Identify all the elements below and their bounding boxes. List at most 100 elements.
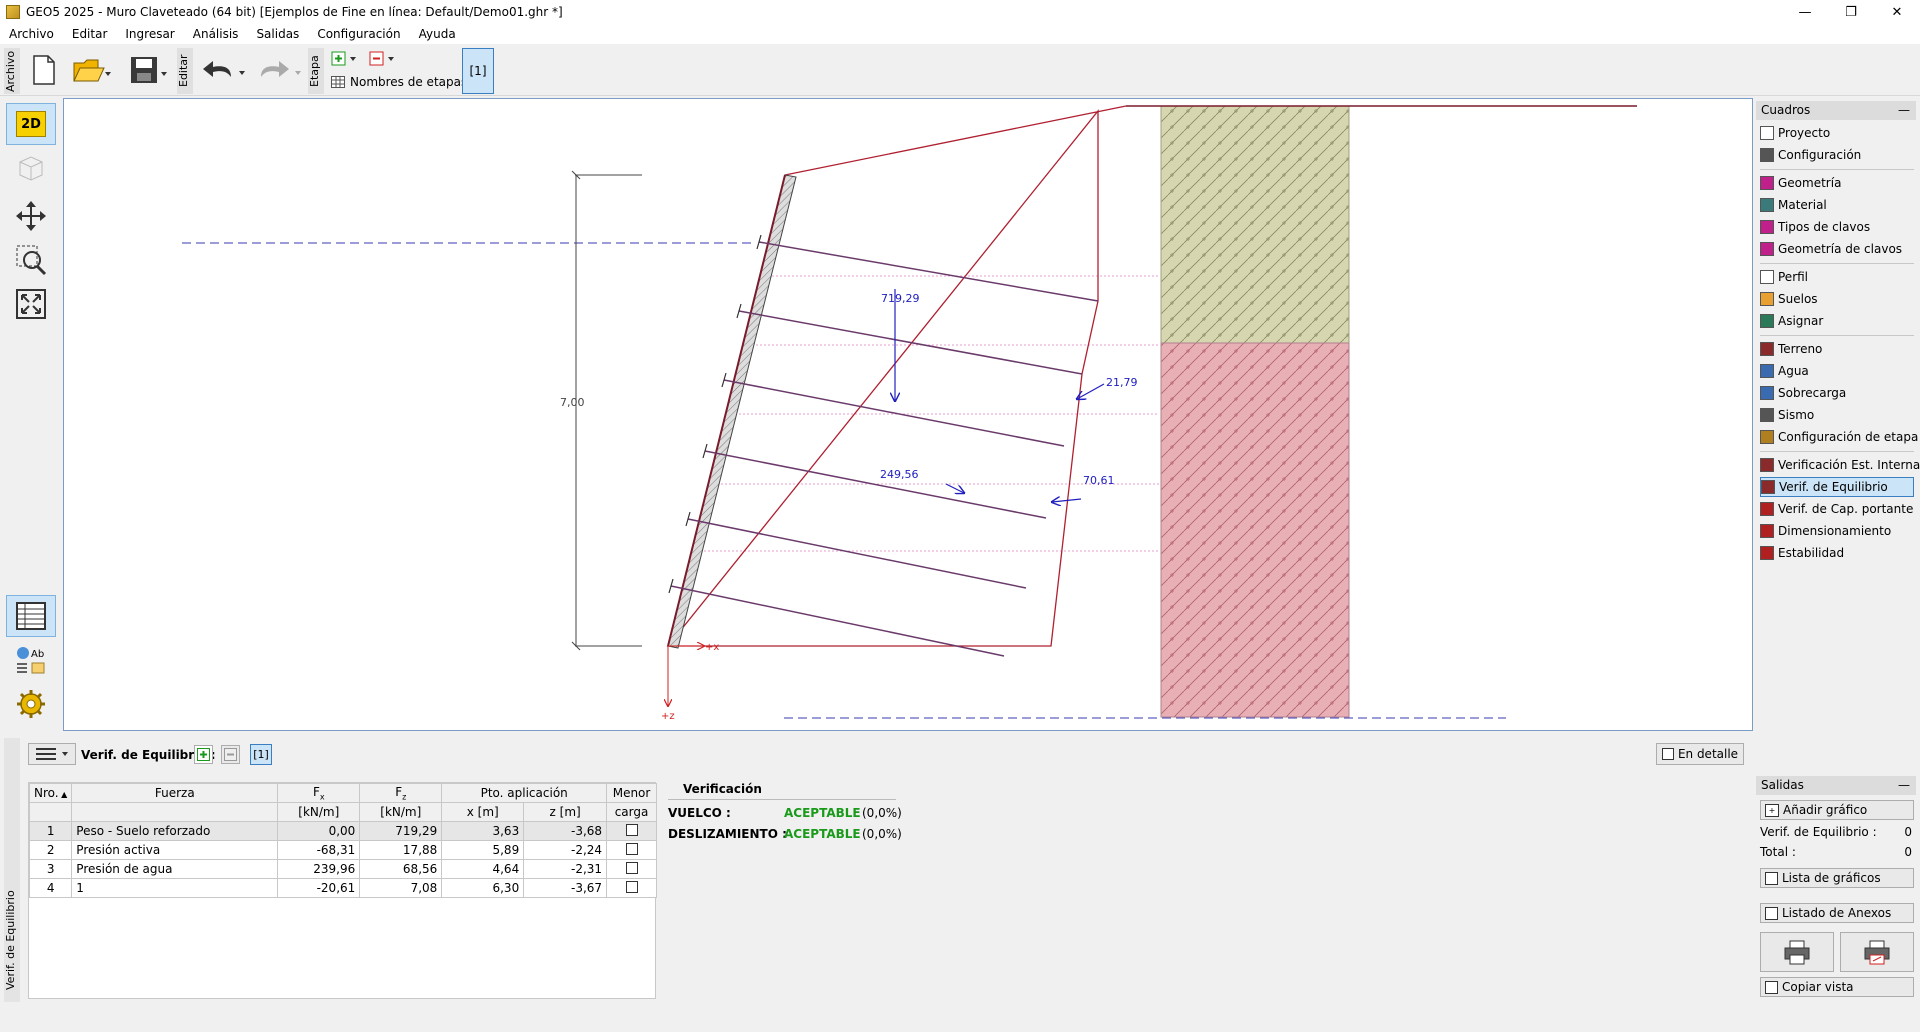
document-icon	[1760, 126, 1774, 140]
cuadro-item-terreno[interactable]: Terreno	[1760, 339, 1914, 359]
menu-analisis[interactable]: Análisis	[184, 27, 248, 41]
open-file-icon[interactable]	[70, 52, 114, 88]
stage-tag[interactable]: [1]	[250, 744, 272, 765]
cuadro-item-dimensionamiento[interactable]: Dimensionamiento	[1760, 521, 1914, 541]
cuadro-item-suelos[interactable]: Suelos	[1760, 289, 1914, 309]
stage-settings-icon	[1760, 430, 1774, 444]
window-title: GEO5 2025 - Muro Claveteado (64 bit) [Ej…	[26, 5, 563, 19]
cell-fuerza: Presión activa	[71, 840, 279, 860]
col-nro[interactable]: Nro. ▲	[28, 783, 73, 803]
cuadro-item-verificación-est-interna[interactable]: Verificación Est. Interna	[1760, 455, 1920, 475]
styles-button[interactable]: Ab	[6, 639, 56, 681]
stage-names-toggle[interactable]: Nombres de etapas	[331, 74, 467, 90]
drawing-canvas[interactable]: 7,00 719,29 21,79 249,56 70,61 +x +z	[63, 98, 1753, 731]
collapse-icon[interactable]: —	[1898, 776, 1910, 795]
zoom-window-button[interactable]	[6, 239, 56, 281]
cuadro-item-label: Proyecto	[1778, 126, 1831, 140]
cuadro-item-geometría-de-clavos[interactable]: Geometría de clavos	[1760, 239, 1914, 259]
cuadro-item-agua[interactable]: Agua	[1760, 361, 1914, 381]
minus-icon	[224, 748, 237, 761]
cuadro-item-sobrecarga[interactable]: Sobrecarga	[1760, 383, 1914, 403]
new-file-icon[interactable]	[28, 52, 60, 88]
view-3d-button[interactable]	[6, 147, 56, 189]
menu-archivo[interactable]: Archivo	[0, 27, 63, 41]
restore-button[interactable]: ❐	[1828, 0, 1874, 24]
cell-fx: 0,00	[277, 821, 361, 841]
cell-z: -2,24	[523, 840, 608, 860]
cell-x: 4,64	[441, 859, 525, 879]
soil-layer-1[interactable]	[1160, 105, 1350, 344]
cuadro-item-estabilidad[interactable]: Estabilidad	[1760, 543, 1914, 563]
menu-configuracion[interactable]: Configuración	[308, 27, 409, 41]
soils-icon	[1760, 292, 1774, 306]
menor-carga-checkbox[interactable]	[625, 842, 638, 855]
print-export-button[interactable]	[1840, 932, 1914, 972]
table-row[interactable]: 4 1 -20,61 7,08 6,30 -3,67	[28, 878, 657, 898]
cell-z: -3,68	[523, 821, 608, 841]
cell-menor-carga	[606, 821, 657, 841]
cuadro-item-perfil[interactable]: Perfil	[1760, 267, 1914, 287]
col-fz[interactable]: Fz	[359, 783, 443, 803]
collapse-icon[interactable]: —	[1898, 101, 1910, 120]
menu-ayuda[interactable]: Ayuda	[410, 27, 465, 41]
cuadro-item-verif-de-equilibrio[interactable]: Verif. de Equilibrio	[1760, 477, 1914, 497]
stage-1-button[interactable]: [1]	[462, 48, 494, 94]
vuelco-value: (0,0%)	[862, 806, 902, 820]
zoom-extents-button[interactable]	[6, 283, 56, 325]
cuadro-item-material[interactable]: Material	[1760, 195, 1914, 215]
cuadro-item-asignar[interactable]: Asignar	[1760, 311, 1914, 331]
cuadro-item-label: Tipos de clavos	[1778, 220, 1871, 234]
remove-stage-icon[interactable]	[368, 50, 398, 68]
pan-button[interactable]	[6, 195, 56, 237]
remove-row-button[interactable]	[221, 745, 240, 764]
add-row-button[interactable]	[194, 745, 213, 764]
view-2d-button[interactable]: 2D	[6, 103, 56, 145]
undo-icon[interactable]	[200, 54, 248, 86]
col-fuerza-sub	[71, 802, 279, 822]
table-grid-icon	[16, 602, 46, 630]
table-row[interactable]: 3 Presión de agua 239,96 68,56 4,64 -2,31	[28, 859, 657, 879]
list-menu-button[interactable]	[28, 743, 76, 765]
cuadros-title: Cuadros	[1761, 103, 1811, 117]
cuadro-item-configuración[interactable]: Configuración	[1760, 145, 1914, 165]
copy-view-button[interactable]: Copiar vista	[1760, 977, 1914, 997]
col-pto-aplicacion[interactable]: Pto. aplicación	[441, 783, 608, 803]
annex-list-button[interactable]: Listado de Anexos	[1760, 903, 1914, 923]
side-tab[interactable]: Verif. de Equilibrio	[4, 738, 20, 1002]
table-row[interactable]: 1 Peso - Suelo reforzado 0,00 719,29 3,63 -3,…	[28, 821, 657, 841]
save-icon[interactable]	[126, 52, 172, 88]
menu-ingresar[interactable]: Ingresar	[116, 27, 183, 41]
nail-types-icon	[1760, 220, 1774, 234]
table-row[interactable]: 2 Presión activa -68,31 17,88 5,89 -2,24	[28, 840, 657, 860]
cell-fz: 17,88	[359, 840, 443, 860]
col-menor[interactable]: Menor	[606, 783, 657, 803]
menu-salidas[interactable]: Salidas	[247, 27, 308, 41]
title-bar: GEO5 2025 - Muro Claveteado (64 bit) [Ej…	[0, 0, 1920, 24]
cuadro-item-configuración-de-etapa[interactable]: Configuración de etapa	[1760, 427, 1918, 447]
cuadro-item-sismo[interactable]: Sismo	[1760, 405, 1914, 425]
minimize-button[interactable]: —	[1782, 0, 1828, 24]
settings-button[interactable]	[6, 683, 56, 725]
cuadro-item-tipos-de-clavos[interactable]: Tipos de clavos	[1760, 217, 1914, 237]
detail-button[interactable]: En detalle	[1656, 743, 1744, 765]
add-stage-icon[interactable]	[330, 50, 360, 68]
menor-carga-checkbox[interactable]	[625, 880, 638, 893]
graphics-list-button[interactable]: Lista de gráficos	[1760, 868, 1914, 888]
table-view-button[interactable]	[6, 595, 56, 637]
col-fx[interactable]: Fx	[277, 783, 361, 803]
cuadro-item-verif-de-cap-portante[interactable]: Verif. de Cap. portante	[1760, 499, 1914, 519]
col-fuerza[interactable]: Fuerza	[71, 783, 279, 803]
menu-editar[interactable]: Editar	[63, 27, 117, 41]
cuadro-item-geometría[interactable]: Geometría	[1760, 173, 1914, 193]
close-button[interactable]: ✕	[1874, 0, 1920, 24]
dimensioning-icon	[1760, 524, 1774, 538]
col-z-units: z [m]	[523, 802, 608, 822]
add-graphic-button[interactable]: + Añadir gráfico	[1760, 800, 1914, 820]
soil-layer-2[interactable]	[1160, 342, 1350, 718]
print-button[interactable]	[1760, 932, 1834, 972]
cuadro-item-proyecto[interactable]: Proyecto	[1760, 123, 1914, 143]
redo-icon[interactable]	[256, 54, 304, 86]
menor-carga-checkbox[interactable]	[625, 861, 638, 874]
menor-carga-checkbox[interactable]	[625, 823, 638, 836]
force-weight-label: 719,29	[881, 292, 920, 305]
